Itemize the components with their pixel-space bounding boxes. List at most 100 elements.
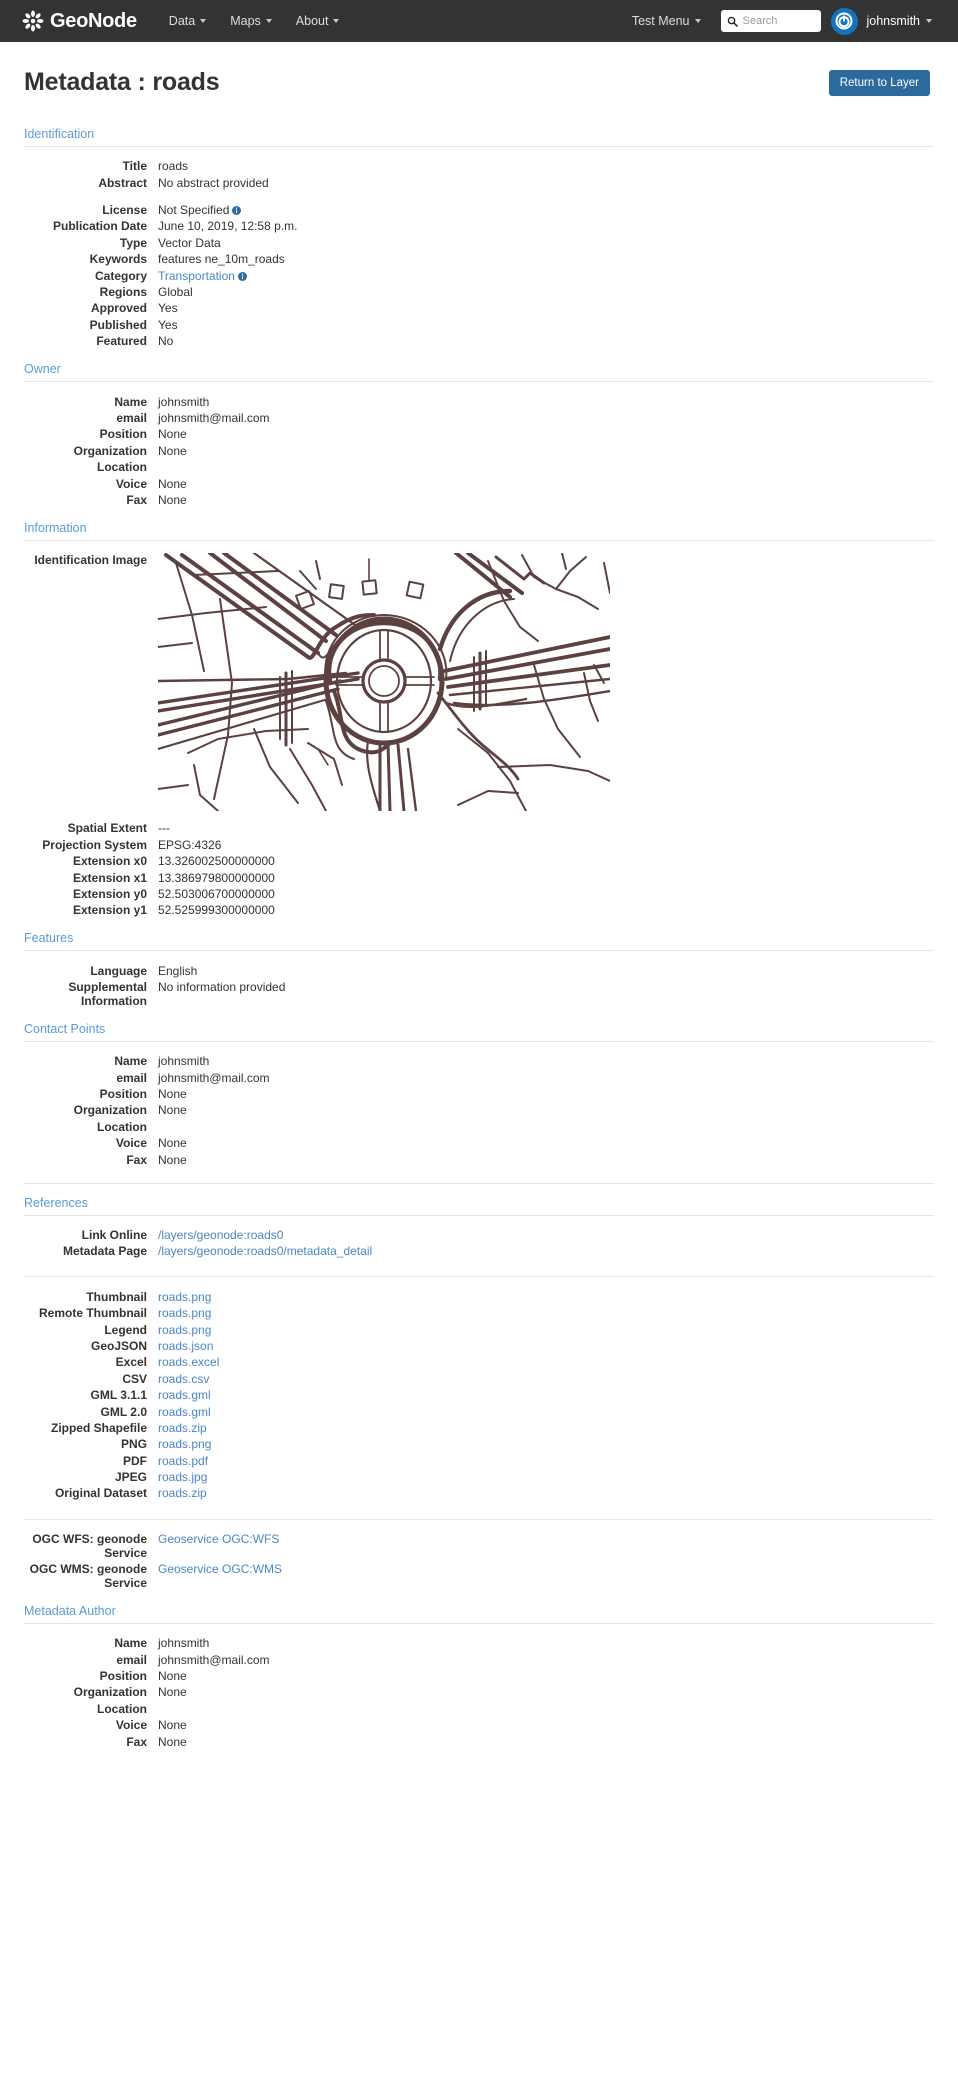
field-value-author-email: johnsmith@mail.com bbox=[158, 1652, 270, 1667]
field-label: Title bbox=[122, 159, 147, 174]
nav-item-data[interactable]: Data bbox=[157, 8, 218, 34]
field-label: OGC WMS: geonode Service bbox=[29, 1562, 147, 1590]
field-value-owner-location bbox=[158, 460, 934, 476]
chevron-down-icon bbox=[926, 19, 932, 23]
download-link-gml-20[interactable]: roads.gml bbox=[158, 1405, 211, 1419]
nav-item-test-menu[interactable]: Test Menu bbox=[620, 8, 713, 34]
field-label: Organization bbox=[73, 443, 147, 458]
field-value-author-location bbox=[158, 1701, 934, 1717]
info-icon[interactable] bbox=[232, 206, 242, 216]
field-value-regions: Global bbox=[158, 285, 193, 300]
field-value-metadata-page: /layers/geonode:roads0/metadata_detail bbox=[158, 1244, 934, 1260]
field-label: Position bbox=[99, 1669, 147, 1683]
download-link-csv[interactable]: roads.csv bbox=[158, 1372, 209, 1386]
download-link-geojson[interactable]: roads.json bbox=[158, 1339, 213, 1353]
field-label: Fax bbox=[126, 1734, 147, 1749]
download-link-legend[interactable]: roads.png bbox=[158, 1323, 211, 1337]
field-label: OGC WFS: geonode Service bbox=[32, 1531, 147, 1560]
field-label: GML 2.0 bbox=[100, 1404, 147, 1419]
page-header: Metadata : roads Return to Layer bbox=[0, 42, 958, 115]
references-services: OGC WFS: geonode Service Geoservice OGC:… bbox=[24, 1520, 934, 1592]
search-box[interactable] bbox=[720, 10, 821, 32]
nav-item-label: Data bbox=[168, 14, 196, 28]
download-row: roads.png bbox=[158, 1289, 934, 1305]
field-label: CSV bbox=[122, 1371, 147, 1386]
contact-points-fields: Name johnsmith email johnsmith@mail.com … bbox=[24, 1042, 934, 1169]
license-text: Not Specified bbox=[158, 203, 230, 218]
field-value-approved: Yes bbox=[158, 301, 178, 316]
field-label: Name bbox=[114, 1636, 147, 1651]
brand-logo-link[interactable]: GeoNode bbox=[22, 10, 137, 32]
return-to-layer-button[interactable]: Return to Layer bbox=[828, 69, 930, 96]
field-label: Organization bbox=[73, 1685, 147, 1700]
nav-item-label: Test Menu bbox=[631, 14, 690, 28]
category-link[interactable]: Transportation bbox=[158, 269, 235, 283]
field-label: GeoJSON bbox=[90, 1338, 147, 1353]
field-label: Thumbnail bbox=[86, 1289, 147, 1304]
field-value-extension-x0: 13.326002500000000 bbox=[158, 854, 275, 869]
metadata-page-link[interactable]: /layers/geonode:roads0/metadata_detail bbox=[158, 1244, 372, 1258]
field-value-owner-name: johnsmith bbox=[158, 394, 210, 409]
link-online-link[interactable]: /layers/geonode:roads0 bbox=[158, 1228, 283, 1242]
download-row: roads.jpg bbox=[158, 1470, 934, 1486]
download-link-excel[interactable]: roads.excel bbox=[158, 1355, 219, 1369]
field-label: Spatial Extent bbox=[67, 821, 147, 836]
download-row: roads.png bbox=[158, 1322, 934, 1338]
download-link-original-dataset[interactable]: roads.zip bbox=[158, 1486, 207, 1501]
service-link-wms[interactable]: Geoservice OGC:WMS bbox=[158, 1562, 282, 1576]
search-input[interactable] bbox=[742, 15, 815, 27]
field-label: Extension y1 bbox=[72, 903, 147, 918]
chevron-down-icon bbox=[265, 19, 272, 23]
field-value-owner-email: johnsmith@mail.com bbox=[158, 410, 270, 425]
search-icon bbox=[727, 16, 738, 27]
field-value-contact-fax: None bbox=[158, 1152, 187, 1167]
field-label: Category bbox=[94, 268, 147, 283]
field-label: Original Dataset bbox=[54, 1486, 147, 1501]
download-link-png[interactable]: roads.png bbox=[158, 1437, 211, 1451]
avatar[interactable] bbox=[830, 7, 858, 35]
field-label: Extension y0 bbox=[72, 886, 147, 901]
download-link-zipped-shapefile[interactable]: roads.zip bbox=[158, 1421, 207, 1435]
section-heading-contact-points: Contact Points bbox=[24, 1010, 934, 1042]
field-value-extension-y1: 52.525999300000000 bbox=[158, 903, 275, 918]
field-label: Keywords bbox=[89, 252, 147, 267]
field-value-title: roads bbox=[158, 159, 189, 174]
download-link-jpeg[interactable]: roads.jpg bbox=[158, 1470, 207, 1484]
service-row: Geoservice OGC:WFS bbox=[158, 1532, 934, 1562]
field-label: Voice bbox=[115, 476, 147, 491]
download-link-pdf[interactable]: roads.pdf bbox=[158, 1454, 208, 1468]
nav-item-about[interactable]: About bbox=[284, 8, 352, 34]
identification-image bbox=[158, 553, 610, 812]
field-label: Featured bbox=[96, 334, 147, 349]
field-value-contact-name: johnsmith bbox=[158, 1054, 210, 1069]
metadata-content: Identification Title roads Abstract No a… bbox=[0, 115, 958, 1771]
download-link-thumbnail[interactable]: roads.png bbox=[158, 1290, 211, 1304]
field-label: Published bbox=[89, 317, 147, 332]
field-value-link-online: /layers/geonode:roads0 bbox=[158, 1228, 934, 1244]
field-label: email bbox=[116, 1652, 147, 1667]
user-menu[interactable]: johnsmith bbox=[867, 14, 935, 28]
field-label: Supplemental Information bbox=[68, 980, 147, 1008]
field-value-author-voice: None bbox=[158, 1718, 187, 1733]
field-value-contact-location bbox=[158, 1120, 934, 1136]
field-value-extension-y0: 52.503006700000000 bbox=[158, 886, 275, 901]
field-value-supplemental-information: No information provided bbox=[158, 980, 286, 995]
field-label: License bbox=[102, 203, 147, 218]
field-value-abstract: No abstract provided bbox=[158, 175, 269, 190]
field-value-publication-date: June 10, 2019, 12:58 p.m. bbox=[158, 219, 298, 234]
download-link-gml-311[interactable]: roads.gml bbox=[158, 1388, 211, 1402]
chevron-down-icon bbox=[694, 19, 701, 23]
service-link-wfs[interactable]: Geoservice OGC:WFS bbox=[158, 1532, 279, 1546]
field-label: Excel bbox=[115, 1355, 147, 1370]
field-value-author-fax: None bbox=[158, 1734, 187, 1749]
field-value-published: Yes bbox=[158, 317, 178, 332]
download-link-remote-thumbnail[interactable]: roads.png bbox=[158, 1306, 211, 1320]
top-navbar: GeoNode Data Maps About Test Menu Search… bbox=[0, 0, 958, 42]
primary-nav: Data Maps About bbox=[157, 8, 352, 34]
field-label: Extension x1 bbox=[72, 870, 147, 885]
field-value-keywords: features ne_10m_roads bbox=[158, 252, 285, 267]
info-icon[interactable] bbox=[237, 271, 247, 281]
nav-item-maps[interactable]: Maps bbox=[218, 8, 284, 34]
field-value-author-name: johnsmith bbox=[158, 1636, 210, 1651]
field-label: Link Online bbox=[81, 1227, 147, 1242]
